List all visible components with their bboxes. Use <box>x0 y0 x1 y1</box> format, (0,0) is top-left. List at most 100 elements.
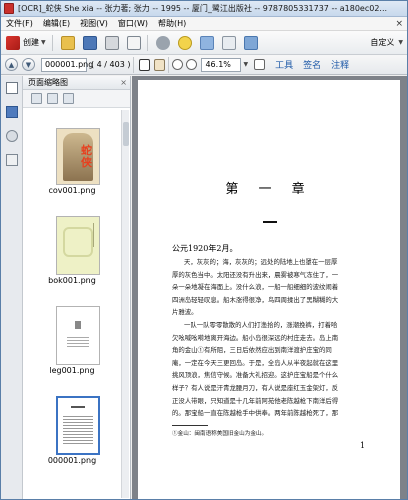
app-window: [OCR]_蛇侠 She xia -- 张力著; 张力 -- 1995 -- 厦… <box>0 0 408 500</box>
book-art <box>63 227 93 257</box>
menu-file[interactable]: 文件(F) <box>1 18 38 29</box>
fit-page-icon[interactable] <box>254 59 266 70</box>
menu-bar: 文件(F) 编辑(E) 视图(V) 窗口(W) 帮助(H) × <box>1 17 407 31</box>
share-button[interactable] <box>241 34 261 52</box>
page-number-input[interactable]: 000001.png <box>41 57 93 72</box>
navigation-pane-strip <box>1 76 23 499</box>
title-bar: [OCR]_蛇侠 She xia -- 张力著; 张力 -- 1995 -- 厦… <box>1 1 407 17</box>
menu-help[interactable]: 帮助(H) <box>153 18 191 29</box>
page-count: ( 4 / 403 ) <box>91 60 131 69</box>
main-toolbar: 创建 ▼ 自定义 ▼ <box>1 31 407 55</box>
close-document-icon[interactable]: × <box>395 19 403 29</box>
options-icon[interactable] <box>31 93 42 104</box>
chevron-down-icon: ▼ <box>398 39 403 46</box>
highlighter-icon <box>199 35 214 50</box>
attachment-icon[interactable] <box>6 130 18 142</box>
create-button[interactable]: 创建 ▼ <box>3 34 49 52</box>
page-1-text-block <box>63 416 93 417</box>
thumbnails-panel-title: 页面缩略图 <box>28 78 68 87</box>
rotate-page-icon[interactable] <box>63 93 74 104</box>
thumbnails-panel-header: 页面缩略图 × <box>23 76 130 90</box>
sign-button[interactable] <box>219 34 239 52</box>
comment-button[interactable] <box>175 34 195 52</box>
envelope-icon <box>126 35 141 50</box>
toolbar-divider <box>51 34 53 51</box>
footnote-rule <box>172 425 208 426</box>
delete-page-icon[interactable] <box>47 93 58 104</box>
thumbnail-label: leg001.png <box>49 366 95 375</box>
body-line: 样子？有人说是汗青龙腰月刀，有人说是座红玉金架灯，反 <box>172 383 339 392</box>
next-page-button[interactable]: ▼ <box>22 58 35 71</box>
save-icon <box>82 35 97 50</box>
previous-page-button[interactable]: ▲ <box>5 58 18 71</box>
page-1-heading <box>71 406 85 408</box>
highlight-button[interactable] <box>197 34 217 52</box>
body-line: 四洲岛轻轻叹息。船木涨得很净，鸟四周揉出了黑糊糊的大 <box>172 295 339 304</box>
zoom-out-icon[interactable] <box>172 59 184 70</box>
zoom-level-input[interactable]: 46.1% <box>201 57 242 72</box>
print-button[interactable] <box>102 34 122 52</box>
open-button[interactable] <box>58 34 78 52</box>
chevron-down-icon[interactable]: ▼ <box>243 61 248 68</box>
page-thumbnails-icon[interactable] <box>6 82 18 94</box>
create-pdf-icon <box>6 35 20 50</box>
scrollbar-thumb[interactable] <box>123 122 129 146</box>
body-text: 天，灰灰的；海，灰灰的；远处的陆地上也罩在一层厚 厚的灰色当中。太阳还没有升出来… <box>172 256 378 420</box>
comment-pane-button[interactable]: 注释 <box>331 58 349 71</box>
navigation-toolbar: ▲ ▼ 000001.png ( 4 / 403 ) 46.1% ▼ 工具 签名… <box>1 55 407 75</box>
footnote: ①金山：闽南语称美国旧金山为金山。 <box>172 431 268 437</box>
menu-view[interactable]: 视图(V) <box>75 18 113 29</box>
thumbnails-scrollbar[interactable] <box>121 110 129 498</box>
menu-window[interactable]: 窗口(W) <box>113 18 153 29</box>
toolbar-divider <box>146 34 148 51</box>
thumbnail-page-1[interactable] <box>56 396 100 455</box>
create-label: 创建 <box>23 38 39 47</box>
body-line: 朵一朵地凝在海面上。没什么浪，一船一船细细的波纹闹着 <box>172 283 339 292</box>
share-icon <box>243 35 258 50</box>
settings-button[interactable] <box>153 34 173 52</box>
legal-art <box>75 321 81 329</box>
sign-pane-button[interactable]: 签名 <box>303 58 321 71</box>
menu-edit[interactable]: 编辑(E) <box>38 18 75 29</box>
body-line: 庵，一定在今天三更回岛。于是，全岛人从半夜起就在这里 <box>172 358 339 367</box>
toolbar-divider <box>168 56 170 73</box>
thumbnail-book[interactable] <box>56 216 100 275</box>
body-line: 欠吆喊吆嗬地离开海边。船小岛很深远的村庄走去。岛上南 <box>172 333 339 342</box>
email-button[interactable] <box>124 34 144 52</box>
thumbnail-cover[interactable]: 蛇侠 <box>56 128 100 185</box>
body-line: 一队一队零零散散的人们打渔拾的，涨潮挽裤，打着哈 <box>184 320 338 329</box>
legal-text-block <box>67 337 89 338</box>
thumbnails-panel: 页面缩略图 × 蛇侠 cov001.png bok001.png leg001.… <box>23 76 131 499</box>
hand-tool-icon[interactable] <box>154 58 166 71</box>
book-art-text <box>93 223 94 247</box>
cover-title: 蛇侠 <box>81 144 92 169</box>
customize-label: 自定义 <box>370 38 395 47</box>
body-line: 天，灰灰的；海，灰灰的；远处的陆地上也罩在一层厚 <box>184 258 338 266</box>
body-line: 挑风顶浪，焦信守候。准备大礼招迎。这护庄宝船是个什么 <box>172 371 339 380</box>
select-cursor-icon[interactable] <box>139 58 151 71</box>
customize-dropdown[interactable]: 自定义 ▼ <box>370 37 403 48</box>
thumbnail-label: cov001.png <box>48 186 96 195</box>
date-line: 公元1920年2月。 <box>172 244 238 253</box>
body-line: 片雅波。 <box>172 308 198 317</box>
zoom-in-icon[interactable] <box>186 59 198 70</box>
thumbnails-panel-tools <box>23 90 130 108</box>
window-title: [OCR]_蛇侠 She xia -- 张力著; 张力 -- 1995 -- 厦… <box>18 4 388 13</box>
toolbar-divider <box>133 56 135 73</box>
chevron-down-icon: ▼ <box>41 39 46 46</box>
document-viewer[interactable]: 第 一 章 公元1920年2月。 天，灰灰的；海，灰灰的；远处的陆地上也罩在一层… <box>132 76 407 499</box>
thumbnail-label: bok001.png <box>48 276 96 285</box>
speech-bubble-icon <box>177 35 192 50</box>
body-line: 正没人带眼，只知道是十几年前阿苑他老陈越枪下南洋后得 <box>172 396 339 405</box>
close-icon[interactable]: × <box>120 78 127 87</box>
body-line: 厚的灰色当中。太阳还没有升出来，晨雾被寒气冻住了，一 <box>172 270 339 279</box>
chapter-title: 第 一 章 <box>225 182 313 197</box>
signatures-icon[interactable] <box>6 154 18 166</box>
save-button[interactable] <box>80 34 100 52</box>
gear-icon <box>155 35 170 50</box>
thumbnail-legal[interactable] <box>56 306 100 365</box>
document-page: 第 一 章 公元1920年2月。 天，灰灰的；海，灰灰的；远处的陆地上也罩在一层… <box>138 80 400 499</box>
tools-pane-button[interactable]: 工具 <box>275 58 293 71</box>
bookmark-icon[interactable] <box>6 106 18 118</box>
body-line: 的。那宝船一直在陈越枪手中供奉。两年前陈越枪死了，那 <box>172 409 339 418</box>
